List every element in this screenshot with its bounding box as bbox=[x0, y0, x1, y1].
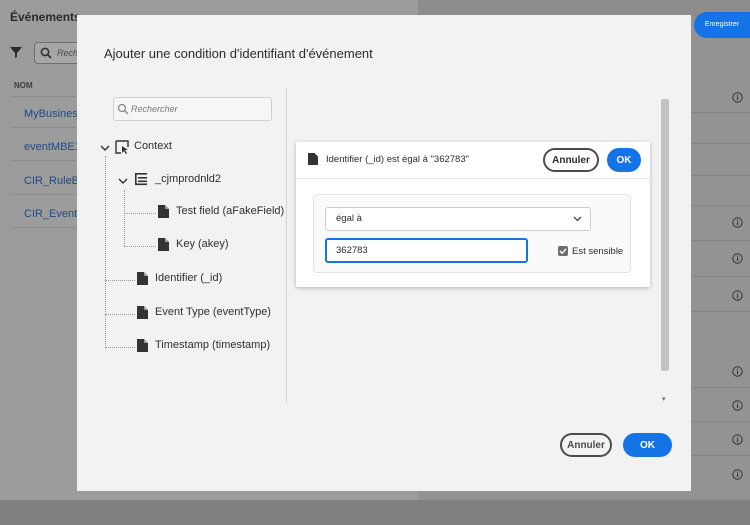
list-item[interactable]: CIR_Event bbox=[24, 208, 77, 220]
info-icon[interactable] bbox=[732, 253, 743, 264]
checkmark-icon bbox=[559, 248, 567, 255]
tree-item-context[interactable]: Context bbox=[134, 140, 172, 152]
scroll-down-icon[interactable]: ▾ bbox=[662, 395, 666, 403]
panel-divider bbox=[286, 88, 287, 404]
tree-guide-line bbox=[124, 213, 156, 214]
chevron-down-icon[interactable] bbox=[100, 144, 110, 152]
info-icon[interactable] bbox=[732, 434, 743, 445]
info-icon[interactable] bbox=[732, 469, 743, 480]
search-icon bbox=[117, 103, 129, 115]
case-sensitive-checkbox[interactable] bbox=[558, 246, 568, 256]
filter-icon[interactable] bbox=[10, 46, 22, 58]
value-input[interactable] bbox=[325, 238, 528, 263]
info-icon[interactable] bbox=[732, 290, 743, 301]
tree-item-field[interactable]: Timestamp (timestamp) bbox=[155, 339, 270, 351]
list-item[interactable]: MyBusiness bbox=[24, 108, 83, 120]
list-divider bbox=[10, 160, 77, 161]
tree-guide-line bbox=[105, 280, 135, 281]
operator-select[interactable] bbox=[325, 207, 591, 231]
popover-title: Identifier (_id) est égal à "362783" bbox=[326, 154, 470, 165]
tree-guide-line bbox=[105, 314, 135, 315]
tree-guide-line bbox=[105, 347, 135, 348]
tree-item-field[interactable]: Identifier (_id) bbox=[155, 272, 222, 284]
page-title: Événements bbox=[10, 10, 81, 24]
file-icon bbox=[158, 205, 169, 218]
operator-value: égal à bbox=[336, 213, 362, 224]
tree-item-field[interactable]: Key (akey) bbox=[176, 238, 229, 250]
popover-cancel-button[interactable]: Annuler bbox=[543, 148, 599, 172]
save-button[interactable]: Enregistrer bbox=[694, 12, 750, 38]
background-footer bbox=[0, 500, 750, 525]
chevron-down-icon[interactable] bbox=[118, 177, 128, 185]
ok-button[interactable]: OK bbox=[623, 433, 672, 457]
tree-item-field[interactable]: Test field (aFakeField) bbox=[176, 205, 284, 217]
dialog-title: Ajouter une condition d'identifiant d'év… bbox=[104, 46, 373, 61]
context-icon bbox=[115, 140, 129, 154]
tree-guide-line bbox=[124, 246, 156, 247]
cancel-button[interactable]: Annuler bbox=[560, 433, 612, 457]
list-item[interactable]: CIR_RuleBa bbox=[24, 175, 85, 187]
chevron-down-icon[interactable] bbox=[573, 214, 582, 223]
file-icon bbox=[137, 339, 148, 352]
info-icon[interactable] bbox=[732, 400, 743, 411]
file-icon bbox=[158, 238, 169, 251]
popover-divider bbox=[296, 178, 650, 179]
tree-search-placeholder: Rechercher bbox=[131, 104, 178, 114]
info-icon[interactable] bbox=[732, 217, 743, 228]
column-header-name: NOM bbox=[14, 81, 33, 90]
tree-item-field[interactable]: Event Type (eventType) bbox=[155, 306, 271, 318]
file-icon bbox=[137, 272, 148, 285]
info-icon[interactable] bbox=[732, 92, 743, 103]
tree-guide-line bbox=[124, 190, 125, 246]
object-icon bbox=[135, 173, 147, 186]
tree-item-group[interactable]: _cjmprodnld2 bbox=[155, 173, 221, 185]
file-icon bbox=[137, 306, 148, 319]
list-divider bbox=[10, 96, 77, 97]
list-item[interactable]: eventMBE1 bbox=[24, 141, 81, 153]
case-sensitive-label: Est sensible bbox=[572, 246, 624, 257]
search-icon bbox=[40, 47, 52, 59]
info-icon[interactable] bbox=[732, 366, 743, 377]
list-divider bbox=[10, 127, 77, 128]
file-icon bbox=[308, 153, 318, 165]
tree-guide-line bbox=[105, 156, 106, 348]
list-divider bbox=[10, 227, 77, 228]
popover-ok-button[interactable]: OK bbox=[607, 148, 641, 172]
list-divider bbox=[10, 194, 77, 195]
scrollbar-thumb[interactable] bbox=[661, 99, 669, 371]
